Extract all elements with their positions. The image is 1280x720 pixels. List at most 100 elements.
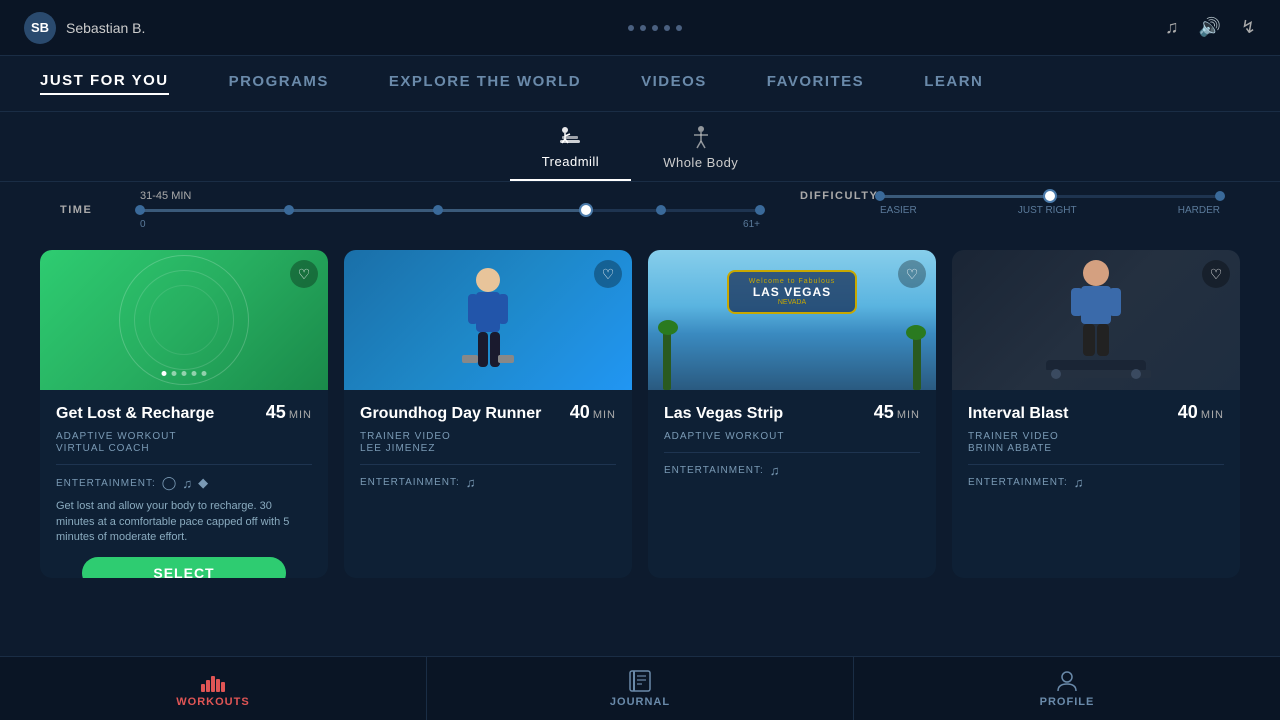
ent-icons: ◯ ♫ ◆ <box>162 475 208 491</box>
card-get-lost-entertainment: ENTERTAINMENT: ◯ ♫ ◆ <box>56 475 312 491</box>
card-interval-blast-tags: TRAINER VIDEO BRINN ABBATE <box>968 431 1224 454</box>
dot3 <box>652 25 658 31</box>
music-icon[interactable]: ♫ <box>1165 17 1179 38</box>
diff-harder-label: HARDER <box>1178 205 1220 216</box>
bottom-nav-workouts[interactable]: WORKOUTS <box>0 657 427 720</box>
bottom-nav-journal[interactable]: JOURNAL <box>427 657 854 720</box>
filter-label-whole-body: Whole Body <box>663 155 738 170</box>
ent-icons-3: ♫ <box>770 463 780 478</box>
card-interval-blast-image <box>952 250 1240 390</box>
card-get-lost-title-row: Get Lost & Recharge 45 MIN <box>56 402 312 423</box>
workouts-label: WORKOUTS <box>176 696 249 708</box>
ent-icons-2: ♫ <box>466 475 476 490</box>
card-get-lost-divider <box>56 464 312 465</box>
card-groundhog-divider <box>360 464 616 465</box>
card-groundhog: ♡ Groundhog Day Runner 40 MIN TRAINER VI… <box>344 250 632 578</box>
nav-videos[interactable]: VIDEOS <box>641 73 707 94</box>
time-min-label: 0 <box>140 219 146 230</box>
diff-easier-label: EASIER <box>880 205 917 216</box>
nav-learn[interactable]: LEARN <box>924 73 983 94</box>
nav-favorites[interactable]: FAVORITES <box>767 73 864 94</box>
card-groundhog-entertainment: ENTERTAINMENT: ♫ <box>360 475 616 490</box>
dot1 <box>628 25 634 31</box>
palm-top-1 <box>658 320 678 335</box>
filter-tab-treadmill[interactable]: Treadmill <box>510 112 631 181</box>
palm-trunk-1 <box>663 330 671 390</box>
music-note-icon: ♫ <box>182 476 192 491</box>
card-groundhog-duration: 40 MIN <box>570 402 616 423</box>
heart-icon-4: ♡ <box>1210 266 1223 283</box>
diff-labels: EASIER JUST RIGHT HARDER <box>800 205 1220 216</box>
groundhog-heart-btn[interactable]: ♡ <box>594 260 622 288</box>
card-get-lost-min-num: 45 <box>266 402 286 423</box>
treadmill-icon <box>556 122 584 150</box>
card-groundhog-title-row: Groundhog Day Runner 40 MIN <box>360 402 616 423</box>
card-interval-blast-duration: 40 MIN <box>1178 402 1224 423</box>
select-button[interactable]: SELECT <box>82 557 287 578</box>
avatar: SB <box>24 12 56 44</box>
journal-icon <box>628 670 652 692</box>
time-dot-2 <box>433 205 443 215</box>
time-track[interactable] <box>140 209 760 212</box>
nav-explore-the-world[interactable]: EXPLORE THE WORLD <box>389 73 581 94</box>
bottom-nav-profile[interactable]: PROFILE <box>854 657 1280 720</box>
workouts-icon <box>200 670 226 692</box>
bluetooth-icon[interactable]: ↯ <box>1241 17 1256 38</box>
palm-top-2 <box>906 325 926 340</box>
diff-track[interactable] <box>880 195 1220 198</box>
card-las-vegas: Welcome to Fabulous LAS VEGAS NEVADA ♡ L… <box>648 250 936 578</box>
time-range-labels: 0 61+ <box>60 219 760 230</box>
time-thumb[interactable] <box>579 203 593 217</box>
nav-just-for-you[interactable]: JUST FOR YOU <box>40 72 169 95</box>
diff-thumb[interactable] <box>1043 189 1057 203</box>
card-groundhog-tag1: TRAINER VIDEO <box>360 431 616 442</box>
dot-1 <box>162 371 167 376</box>
card-las-vegas-body: Las Vegas Strip 45 MIN ADAPTIVE WORKOUT … <box>648 390 936 578</box>
card-get-lost-desc: Get lost and allow your body to recharge… <box>56 499 312 545</box>
time-max-label: 61+ <box>743 219 760 230</box>
dot-5 <box>202 371 207 376</box>
time-slider-group: 31-45 MIN TIME 0 61+ <box>60 190 760 230</box>
heart-icon-3: ♡ <box>906 266 919 283</box>
card-get-lost-title: Get Lost & Recharge <box>56 404 214 423</box>
card-interval-blast-min-text: MIN <box>1201 409 1224 421</box>
difficulty-slider-group: DIFFICULTY EASIER JUST RIGHT HARDER <box>800 190 1220 216</box>
main-nav: JUST FOR YOU PROGRAMS EXPLORE THE WORLD … <box>0 56 1280 112</box>
time-dot-5 <box>755 205 765 215</box>
nav-programs[interactable]: PROGRAMS <box>229 73 329 94</box>
card-groundhog-body: Groundhog Day Runner 40 MIN TRAINER VIDE… <box>344 390 632 578</box>
entertainment-label-3: ENTERTAINMENT: <box>664 465 764 476</box>
entertainment-label: ENTERTAINMENT: <box>56 478 156 489</box>
play-circle-icon: ◯ <box>162 475 177 491</box>
diff-dot-0 <box>875 191 885 201</box>
card-interval-blast-title-row: Interval Blast 40 MIN <box>968 402 1224 423</box>
las-vegas-heart-btn[interactable]: ♡ <box>898 260 926 288</box>
get-lost-heart-btn[interactable]: ♡ <box>290 260 318 288</box>
sliders-section: 31-45 MIN TIME 0 61+ DIFFICULTY <box>0 182 1280 234</box>
card-interval-blast-tag2: BRINN ABBATE <box>968 443 1224 454</box>
card-groundhog-min-num: 40 <box>570 402 590 423</box>
diff-fill <box>880 195 1050 198</box>
card-get-lost: ♡ Get Lost & Recharge 45 MIN ADAPTIVE WO… <box>40 250 328 578</box>
interval-blast-heart-btn[interactable]: ♡ <box>1202 260 1230 288</box>
dot4 <box>664 25 670 31</box>
difficulty-label: DIFFICULTY <box>800 190 870 202</box>
dot-2 <box>172 371 177 376</box>
interval-trainer-figure <box>1036 255 1156 390</box>
ent-icons-4: ♫ <box>1074 475 1084 490</box>
card-get-lost-image <box>40 250 328 390</box>
filter-tab-whole-body[interactable]: Whole Body <box>631 113 770 180</box>
volume-icon[interactable]: 🔊 <box>1198 17 1220 38</box>
card-interval-blast-body: Interval Blast 40 MIN TRAINER VIDEO BRIN… <box>952 390 1240 578</box>
dot-4 <box>192 371 197 376</box>
card-groundhog-title: Groundhog Day Runner <box>360 404 541 423</box>
card-groundhog-image <box>344 250 632 390</box>
card-get-lost-body: Get Lost & Recharge 45 MIN ADAPTIVE WORK… <box>40 390 328 578</box>
card-groundhog-tags: TRAINER VIDEO LEE JIMENEZ <box>360 431 616 454</box>
bottom-nav: WORKOUTS JOURNAL PROFILE <box>0 656 1280 720</box>
card-las-vegas-title-row: Las Vegas Strip 45 MIN <box>664 402 920 423</box>
card-interval-blast-entertainment: ENTERTAINMENT: ♫ <box>968 475 1224 490</box>
journal-label: JOURNAL <box>610 696 670 708</box>
card-interval-blast: ♡ Interval Blast 40 MIN TRAINER VIDEO BR… <box>952 250 1240 578</box>
trainer-figure <box>448 260 528 390</box>
